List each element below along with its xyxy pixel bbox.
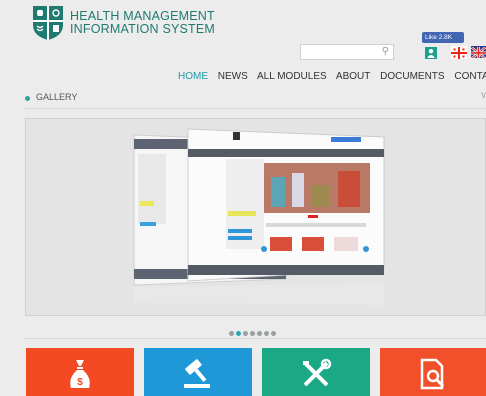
slider-dot[interactable] — [229, 331, 234, 336]
search-input[interactable] — [301, 48, 381, 62]
site-title-line2: INFORMATION SYSTEM — [70, 22, 216, 36]
divider — [24, 338, 486, 339]
tools-icon — [303, 358, 332, 387]
tile-legal[interactable] — [144, 348, 252, 396]
nav-documents[interactable]: DOCUMENTS — [380, 71, 444, 82]
gallery-bullet-icon — [25, 96, 30, 101]
nav-home[interactable]: HOME — [178, 71, 208, 82]
nav-news[interactable]: NEWS — [218, 71, 248, 82]
slider-dot[interactable] — [271, 331, 276, 336]
site-title[interactable]: HEALTH MANAGEMENT INFORMATION SYSTEM — [70, 10, 215, 36]
tile-finance[interactable]: $ — [26, 348, 134, 396]
gallery-header[interactable]: GALLERY ∨ — [24, 90, 486, 109]
gavel-icon — [184, 359, 210, 388]
nav-all-modules[interactable]: ALL MODULES — [257, 71, 327, 82]
slider-dot[interactable] — [243, 331, 248, 336]
georgia-flag-icon[interactable] — [451, 46, 467, 59]
slider-dot[interactable] — [250, 331, 255, 336]
money-bag-icon: $ — [70, 360, 90, 388]
uk-flag-icon[interactable] — [471, 46, 486, 58]
nav-contact[interactable]: CONTACT — [454, 71, 486, 82]
slider-dot-active[interactable] — [236, 331, 241, 336]
chevron-down-icon[interactable]: ∨ — [480, 90, 486, 101]
search-box: ⚲ — [300, 44, 394, 62]
slide-image — [133, 128, 385, 305]
tile-reports[interactable] — [380, 348, 486, 396]
search-icon[interactable]: ⚲ — [382, 46, 389, 57]
gallery-slider[interactable] — [25, 118, 486, 316]
gallery-label: GALLERY — [36, 92, 78, 102]
tile-tools[interactable] — [262, 348, 370, 396]
main-nav: HOME NEWS ALL MODULES ABOUT DOCUMENTS CO… — [178, 71, 486, 82]
nav-about[interactable]: ABOUT — [336, 71, 370, 82]
logo-icon[interactable] — [32, 5, 64, 41]
user-icon[interactable] — [425, 46, 437, 59]
slider-dot[interactable] — [257, 331, 262, 336]
facebook-like-button[interactable]: Like 2.8K — [422, 32, 464, 43]
svg-text:$: $ — [77, 377, 83, 388]
screenshot-front — [187, 128, 385, 282]
document-search-icon — [420, 358, 445, 390]
slider-dot[interactable] — [264, 331, 269, 336]
